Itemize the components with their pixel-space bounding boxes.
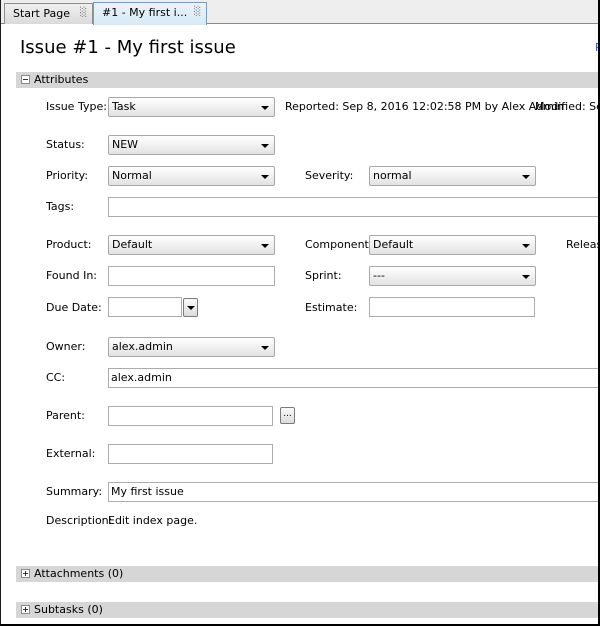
date-picker-button[interactable] [183, 298, 198, 317]
page-title: Issue #1 - My first issue [20, 37, 236, 58]
tags-input[interactable] [108, 197, 598, 217]
tab-start-page[interactable]: Start Page ░ [4, 3, 93, 24]
priority-value: Normal [112, 169, 152, 182]
estimate-input[interactable] [369, 297, 535, 317]
found-in-input[interactable] [108, 266, 275, 286]
status-value: NEW [112, 138, 139, 151]
sprint-select[interactable]: --- [369, 266, 536, 286]
status-select[interactable]: NEW [108, 135, 275, 155]
found-in-label: Found In: [46, 269, 98, 282]
owner-value: alex.admin [112, 340, 173, 353]
chevron-down-icon [522, 175, 530, 179]
cc-label: CC: [46, 371, 66, 384]
expand-icon[interactable] [21, 569, 30, 578]
tab-bar: Start Page ░ #1 - My first i... ░ [1, 0, 598, 25]
product-select[interactable]: Default [108, 235, 275, 255]
status-label: Status: [46, 138, 85, 151]
tab-issue-1[interactable]: #1 - My first i... ░ [93, 2, 207, 25]
section-label: Attachments (0) [34, 567, 124, 580]
owner-label: Owner: [46, 340, 86, 353]
tab-label: #1 - My first i... [102, 6, 188, 19]
section-label: Attributes [34, 73, 89, 86]
reported-info: Reported: Sep 8, 2016 12:02:58 PM by Ale… [285, 100, 564, 113]
external-label: External: [46, 447, 96, 460]
due-date-label: Due Date: [46, 301, 102, 314]
estimate-label: Estimate: [305, 301, 358, 314]
component-value: Default [373, 238, 414, 251]
component-select[interactable]: Default [369, 235, 536, 255]
summary-input[interactable]: My first issue [108, 482, 598, 502]
sprint-label: Sprint: [305, 269, 342, 282]
summary-label: Summary: [46, 485, 103, 498]
owner-select[interactable]: alex.admin [108, 337, 275, 357]
tab-label: Start Page [13, 7, 70, 20]
attributes-section-header[interactable]: Attributes [16, 72, 598, 88]
chevron-down-icon [522, 275, 530, 279]
priority-label: Priority: [46, 169, 89, 182]
modified-info: Modified: Sep [535, 100, 598, 113]
issue-editor-window: Start Page ░ #1 - My first i... ░ Issue … [0, 0, 600, 626]
collapse-icon[interactable] [21, 75, 30, 84]
description-value[interactable]: Edit index page. [108, 514, 197, 528]
release-label: Releas [566, 238, 600, 251]
severity-value: normal [373, 169, 412, 182]
priority-select[interactable]: Normal [108, 166, 275, 186]
chevron-down-icon [522, 244, 530, 248]
tags-label: Tags: [46, 200, 75, 213]
parent-input[interactable] [108, 406, 273, 426]
description-label: Description: [46, 514, 113, 527]
refresh-link[interactable]: R [595, 41, 598, 54]
browse-parent-button[interactable]: ... [280, 407, 295, 424]
chevron-down-icon [261, 144, 269, 148]
chevron-down-icon [261, 175, 269, 179]
subtasks-section-header[interactable]: Subtasks (0) [16, 602, 598, 618]
attachments-section-header[interactable]: Attachments (0) [16, 566, 598, 582]
close-tab-icon[interactable]: ░ [80, 4, 87, 23]
external-input[interactable] [108, 444, 273, 464]
severity-select[interactable]: normal [369, 166, 536, 186]
severity-label: Severity: [305, 169, 354, 182]
cc-input[interactable]: alex.admin [108, 368, 598, 388]
issue-type-select[interactable]: Task [108, 97, 275, 117]
product-label: Product: [46, 238, 92, 251]
chevron-down-icon [261, 346, 269, 350]
close-tab-icon[interactable]: ░ [194, 3, 201, 22]
section-label: Subtasks (0) [34, 603, 103, 616]
chevron-down-icon [261, 244, 269, 248]
issue-type-value: Task [112, 100, 136, 113]
product-value: Default [112, 238, 153, 251]
chevron-down-icon [261, 106, 269, 110]
due-date-input[interactable] [108, 297, 182, 317]
chevron-down-icon [187, 306, 195, 310]
expand-icon[interactable] [21, 605, 30, 614]
parent-label: Parent: [46, 409, 85, 422]
issue-type-label: Issue Type: [46, 100, 107, 113]
sprint-value: --- [373, 269, 385, 282]
component-label: Component: [305, 238, 373, 251]
